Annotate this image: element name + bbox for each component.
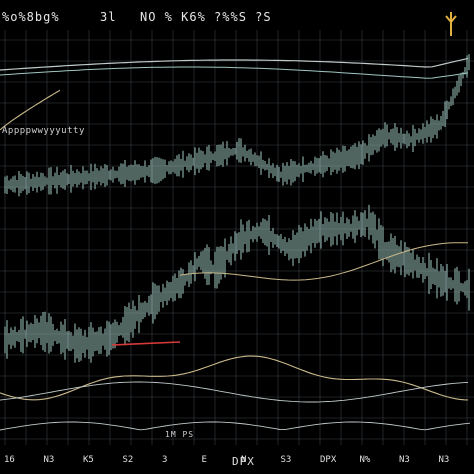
x-tick-label: K5 <box>83 455 94 465</box>
x-tick-label: DPX <box>320 455 337 465</box>
x-tick-label: N3 <box>399 455 410 465</box>
x-axis-labels: 16 N3 K5 S2 3 E N S3 DPX N% N3 N3 <box>0 455 474 471</box>
x-tick-label: N% <box>359 455 371 465</box>
x-tick-label: S2 <box>122 455 134 465</box>
x-tick-label: S3 <box>280 455 292 465</box>
header-right-label: NO % K6% ?%%S ?S <box>140 10 272 24</box>
x-tick-label: 3 <box>162 455 168 465</box>
subpanel-line <box>0 421 471 431</box>
header-left-label: %o%8bg% <box>2 10 60 24</box>
x-tick-label: 16 <box>4 455 15 465</box>
upper-envelope-line-2 <box>0 66 469 79</box>
brand-logo-icon <box>442 10 460 38</box>
x-tick-label: N <box>241 455 247 465</box>
x-tick-label: N3 <box>438 455 450 465</box>
header-mid-label: 3l <box>100 10 117 24</box>
panel-label: 1M PS <box>165 430 195 439</box>
chart-canvas <box>0 30 474 445</box>
x-tick-label: E <box>201 455 207 465</box>
chart-subtitle: Appppwwyyyutty <box>2 126 85 136</box>
signal-marker-line <box>111 341 181 346</box>
upper-envelope-line <box>0 57 469 71</box>
x-tick-label: N3 <box>43 455 55 465</box>
